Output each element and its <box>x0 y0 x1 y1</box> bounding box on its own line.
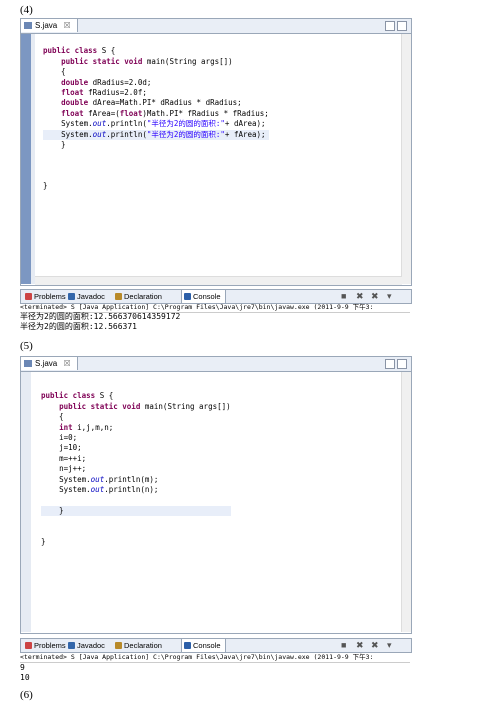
code-line: m=++i; <box>59 453 87 463</box>
output-line: 半径为2的圆的面积:12.566370614359172 <box>20 312 181 321</box>
code-line: public static void main(String args[]) <box>61 56 233 66</box>
tab-console[interactable]: Console <box>181 290 226 303</box>
code-line: double dArea=Math.PI* dRadius * dRadius; <box>61 98 242 108</box>
console-tabbar: Problems Javadoc Declaration Console ■ ✖… <box>20 289 412 304</box>
editor-annotation-ruler <box>31 34 35 284</box>
code-line: public class S { <box>41 391 114 401</box>
code-area[interactable]: public class S { public static void main… <box>41 381 231 547</box>
tab-problems[interactable]: Problems <box>23 639 66 652</box>
vertical-scrollbar[interactable] <box>401 34 411 284</box>
maximize-icon[interactable] <box>397 21 407 31</box>
close-tab-icon[interactable]: ☒ <box>63 21 70 30</box>
remove-all-icon[interactable]: ✖ <box>371 641 379 650</box>
code-line: n=j++; <box>59 464 87 474</box>
stop-icon[interactable]: ■ <box>341 292 346 301</box>
tab-console[interactable]: Console <box>181 639 226 652</box>
java-file-icon <box>24 360 32 367</box>
editor-tab-label: S.java <box>35 21 58 30</box>
console-output: 半径为2的圆的面积:12.566370614359172 半径为2的圆的面积:12… <box>20 312 180 331</box>
remove-launch-icon[interactable]: ✖ <box>356 292 364 301</box>
tab-declaration[interactable]: Declaration <box>113 639 162 652</box>
remove-launch-icon[interactable]: ✖ <box>356 641 364 650</box>
console-tabbar: Problems Javadoc Declaration Console ■ ✖… <box>20 638 412 653</box>
horizontal-scrollbar[interactable] <box>35 276 402 285</box>
code-line: System.out.println(n); <box>59 484 159 494</box>
code-line: System.out.println("半径为2的圆的面积:"+ fArea); <box>43 129 269 140</box>
code-line: int i,j,m,n; <box>59 422 114 432</box>
code-line: float fRadius=2.0f; <box>61 87 147 97</box>
editor-tabbar: S.java ☒ <box>21 19 411 34</box>
stop-icon[interactable]: ■ <box>341 641 346 650</box>
editor-tab-s-java[interactable]: S.java ☒ <box>21 19 78 32</box>
view-menu-icon[interactable]: ▾ <box>387 292 392 301</box>
editor-left-ruler <box>21 372 31 632</box>
minimize-icon[interactable] <box>385 359 395 369</box>
output-line: 半径为2的圆的面积:12.566371 <box>20 321 137 331</box>
editor-tabbar: S.java ☒ <box>21 357 411 372</box>
output-line: 10 <box>20 672 30 682</box>
code-line: } <box>43 181 48 191</box>
code-line: { <box>41 412 64 422</box>
vertical-scrollbar[interactable] <box>401 372 411 632</box>
tab-javadoc[interactable]: Javadoc <box>66 290 105 303</box>
tab-javadoc[interactable]: Javadoc <box>66 639 105 652</box>
editor-tab-s-java[interactable]: S.java ☒ <box>21 357 78 370</box>
code-area[interactable]: public class S { public static void main… <box>43 36 269 192</box>
code-line: } <box>43 139 66 149</box>
figure-label-6: (6) <box>20 689 33 701</box>
code-line: double dRadius=2.0d; <box>61 77 152 87</box>
close-tab-icon[interactable]: ☒ <box>63 359 70 368</box>
code-line: } <box>41 536 46 546</box>
figure-label-5: (5) <box>20 340 33 352</box>
code-line: { <box>43 67 66 77</box>
minimize-icon[interactable] <box>385 21 395 31</box>
code-line: System.out.println(m); <box>59 474 159 484</box>
editor-left-ruler <box>21 34 31 284</box>
code-line: System.out.println("半径为2的圆的面积:"+ dArea); <box>61 119 266 129</box>
code-line: j=10; <box>59 443 82 453</box>
editor-panel-5: S.java ☒ public class S { public static … <box>20 356 412 634</box>
code-line: } <box>41 505 231 517</box>
code-line: i=0; <box>59 432 78 442</box>
editor-panel-4: S.java ☒ public class S { public static … <box>20 18 412 286</box>
figure-label-4: (4) <box>20 4 33 16</box>
output-line: 9 <box>20 663 25 672</box>
code-line: public class S { <box>43 46 116 56</box>
remove-all-icon[interactable]: ✖ <box>371 292 379 301</box>
java-file-icon <box>24 22 32 29</box>
view-menu-icon[interactable]: ▾ <box>387 641 392 650</box>
maximize-icon[interactable] <box>397 359 407 369</box>
tab-declaration[interactable]: Declaration <box>113 290 162 303</box>
code-line: float fArea=(float)Math.PI* fRadius * fR… <box>61 108 269 118</box>
code-line: public static void main(String args[]) <box>59 401 231 411</box>
editor-tab-label: S.java <box>35 359 58 368</box>
console-output: 9 10 <box>20 663 30 682</box>
console-status: <terminated> S [Java Application] C:\Pro… <box>20 653 410 663</box>
tab-problems[interactable]: Problems <box>23 290 66 303</box>
